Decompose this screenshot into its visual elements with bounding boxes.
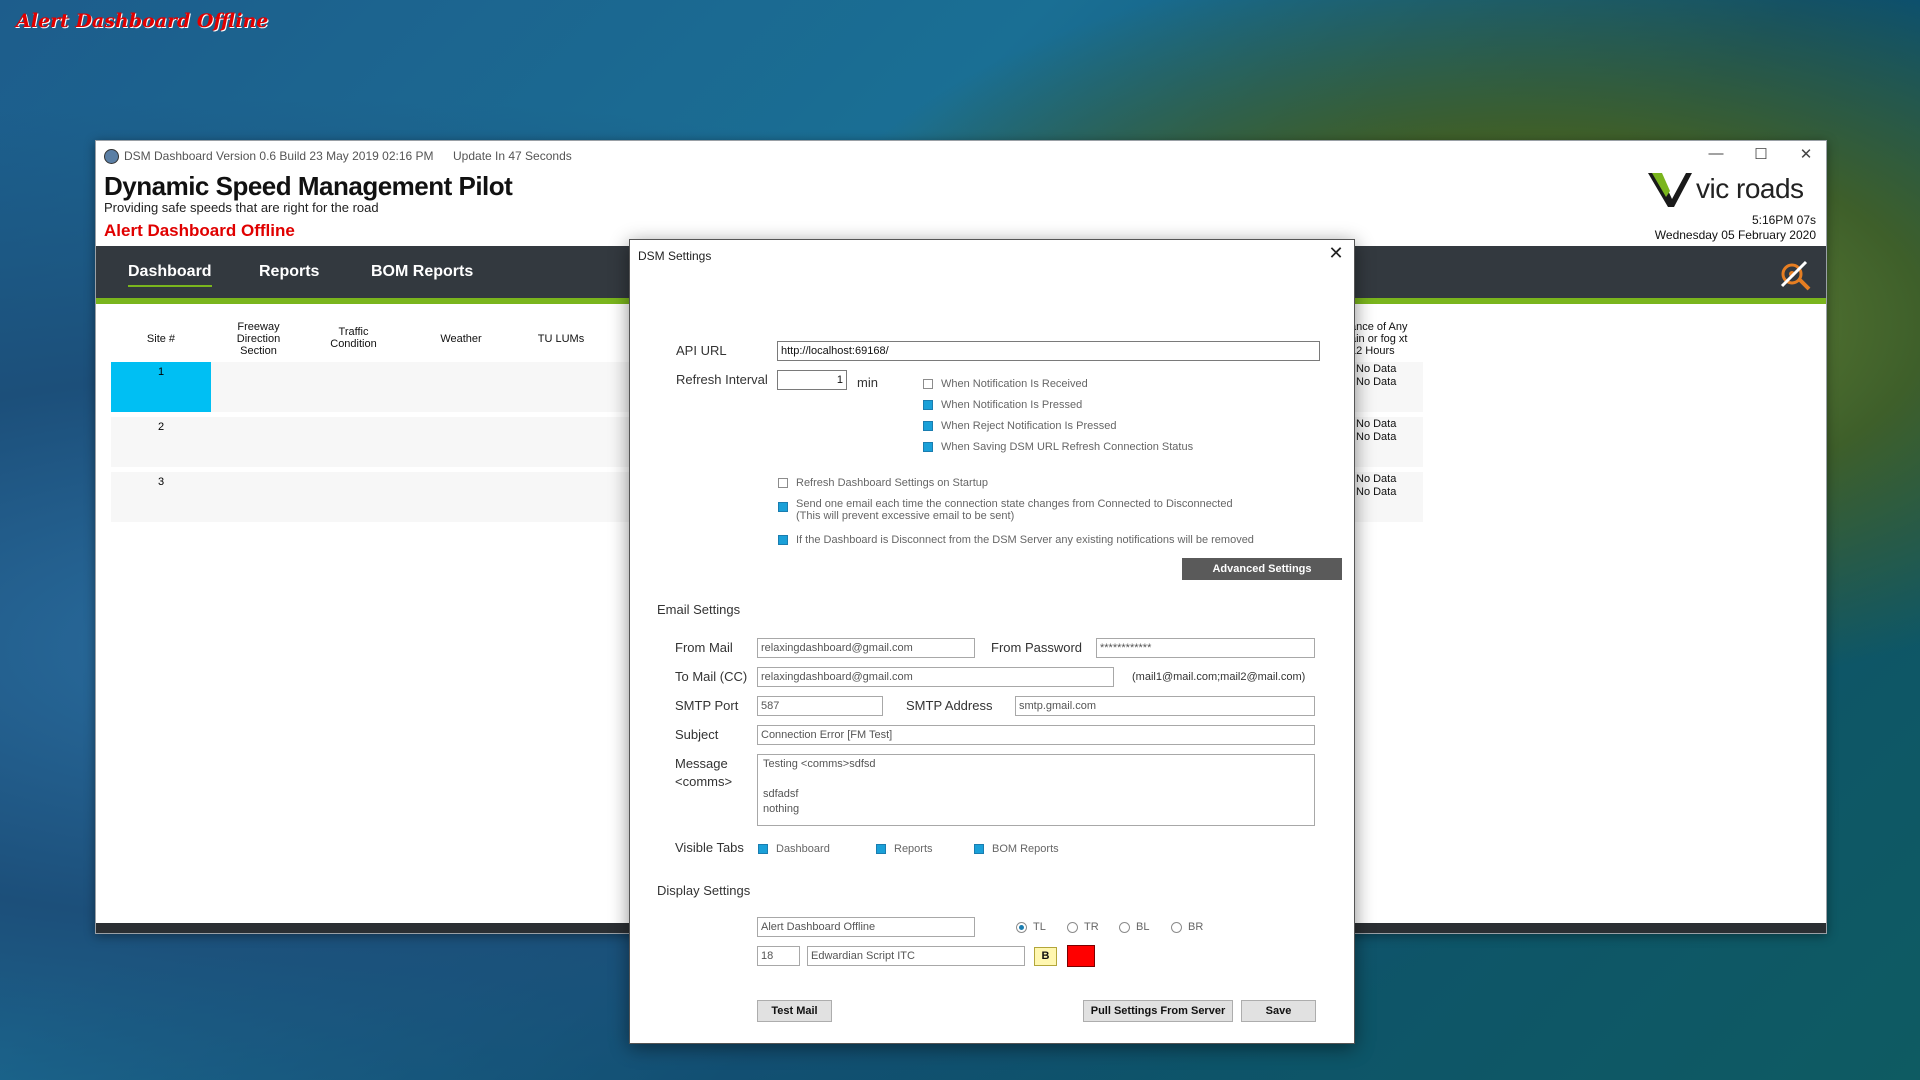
opt-notification-received[interactable]: When Notification Is Received — [923, 378, 1088, 390]
tab-reports[interactable]: Reports — [259, 263, 319, 281]
site-cell[interactable]: 3 — [111, 472, 211, 522]
checkbox-checked-icon — [778, 502, 788, 512]
checkbox-icon — [923, 379, 933, 389]
dsm-settings-dialog: DSM Settings ✕ API URL http://localhost:… — [629, 239, 1355, 1044]
dialog-close-icon[interactable]: ✕ — [1326, 243, 1346, 264]
opt-saving-url[interactable]: When Saving DSM URL Refresh Connection S… — [923, 441, 1193, 453]
smtp-port-label: SMTP Port — [675, 698, 739, 713]
tab-dashboard[interactable]: Dashboard — [128, 263, 212, 287]
app-icon — [104, 149, 119, 164]
visible-tab-reports[interactable]: Reports — [876, 843, 933, 855]
smtp-port-input[interactable]: 587 — [757, 696, 883, 716]
visible-tabs-label: Visible Tabs — [675, 840, 744, 855]
site-cell[interactable]: 1 — [111, 362, 211, 412]
radio-icon — [1171, 921, 1182, 933]
font-size-input[interactable]: 18 — [757, 946, 800, 966]
site-cell[interactable]: 2 — [111, 417, 211, 467]
opt-email-once[interactable]: Send one email each time the connection … — [778, 498, 1233, 522]
page-subtitle: Providing safe speeds that are right for… — [104, 200, 379, 215]
checkbox-checked-icon — [758, 844, 768, 854]
radio-selected-icon — [1016, 921, 1027, 933]
checkbox-icon — [778, 478, 788, 488]
checkbox-checked-icon — [923, 421, 933, 431]
title-bar: DSM Dashboard Version 0.6 Build 23 May 2… — [96, 141, 1826, 171]
message-label: Message — [675, 756, 728, 771]
from-password-input[interactable]: ************ — [1096, 638, 1315, 658]
clock-time: 5:16PM 07s — [1751, 213, 1816, 227]
to-mail-hint: (mail1@mail.com;mail2@mail.com) — [1132, 671, 1306, 683]
display-text-input[interactable]: Alert Dashboard Offline — [757, 917, 975, 937]
desktop-alert-overlay: Alert Dashboard Offline — [16, 10, 269, 32]
row3-status: No Data No Data — [1356, 473, 1397, 498]
visible-tab-bom[interactable]: BOM Reports — [974, 843, 1059, 855]
col-weather: Weather — [440, 333, 482, 345]
to-mail-label: To Mail (CC) — [675, 669, 748, 684]
checkbox-checked-icon — [876, 844, 886, 854]
checkbox-checked-icon — [778, 535, 788, 545]
api-url-input[interactable]: http://localhost:69168/ — [777, 341, 1320, 361]
display-settings-heading: Display Settings — [657, 883, 751, 898]
col-tu-lums: TU LUMs — [537, 333, 585, 345]
bold-toggle-button[interactable]: B — [1034, 947, 1057, 966]
minimize-icon[interactable]: — — [1696, 145, 1736, 162]
position-bl-radio[interactable]: BL — [1119, 921, 1149, 933]
version-text: DSM Dashboard Version 0.6 Build 23 May 2… — [124, 149, 434, 163]
visible-tab-dashboard[interactable]: Dashboard — [758, 843, 830, 855]
position-tr-radio[interactable]: TR — [1067, 921, 1099, 933]
checkbox-checked-icon — [974, 844, 984, 854]
smtp-address-label: SMTP Address — [906, 698, 993, 713]
update-countdown: Update In 47 Seconds — [453, 149, 572, 163]
to-mail-input[interactable]: relaxingdashboard@gmail.com — [757, 667, 1114, 687]
col-site: Site # — [146, 333, 176, 345]
tab-bom-reports[interactable]: BOM Reports — [371, 263, 473, 281]
pull-settings-button[interactable]: Pull Settings From Server — [1083, 1000, 1233, 1022]
maximize-icon[interactable]: ☐ — [1741, 145, 1781, 163]
checkbox-checked-icon — [923, 442, 933, 452]
radio-icon — [1067, 921, 1078, 933]
color-picker-swatch[interactable] — [1067, 945, 1095, 967]
page-title: Dynamic Speed Management Pilot — [104, 171, 513, 201]
row1-status: No Data No Data — [1356, 363, 1397, 388]
opt-notification-pressed[interactable]: When Notification Is Pressed — [923, 399, 1082, 411]
col-rain-fog: ance of Any ain or fog xt 12 Hours — [1350, 321, 1408, 357]
from-password-label: From Password — [991, 640, 1083, 655]
message-textarea[interactable]: Testing <comms>sdfsd sdfadsf nothing — [757, 754, 1315, 826]
test-mail-button[interactable]: Test Mail — [757, 1000, 832, 1022]
refresh-interval-label: Refresh Interval — [676, 372, 768, 387]
opt-disconnect-remove[interactable]: If the Dashboard is Disconnect from the … — [778, 534, 1254, 546]
opt-refresh-startup[interactable]: Refresh Dashboard Settings on Startup — [778, 477, 988, 489]
row2-status: No Data No Data — [1356, 418, 1397, 443]
subject-label: Subject — [675, 727, 719, 742]
radio-icon — [1119, 921, 1130, 933]
font-name-input[interactable]: Edwardian Script ITC — [807, 946, 1025, 966]
alert-offline-label: Alert Dashboard Offline — [104, 221, 295, 240]
col-traffic: Traffic Condition — [330, 326, 377, 350]
position-tl-radio[interactable]: TL — [1016, 921, 1046, 933]
refresh-unit-label: min — [857, 375, 878, 390]
from-mail-label: From Mail — [675, 640, 733, 655]
vicroads-mark-icon — [1648, 173, 1692, 207]
clock-date: Wednesday 05 February 2020 — [1654, 228, 1816, 242]
checkbox-checked-icon — [923, 400, 933, 410]
settings-tools-icon[interactable] — [1776, 256, 1812, 292]
opt-reject-pressed[interactable]: When Reject Notification Is Pressed — [923, 420, 1116, 432]
from-mail-input[interactable]: relaxingdashboard@gmail.com — [757, 638, 975, 658]
email-settings-heading: Email Settings — [657, 602, 741, 617]
logo-text: vic roads — [1696, 173, 1804, 204]
close-icon[interactable]: ✕ — [1786, 145, 1826, 163]
save-button[interactable]: Save — [1241, 1000, 1316, 1022]
col-freeway: Freeway Direction Section — [236, 321, 281, 357]
smtp-address-input[interactable]: smtp.gmail.com — [1015, 696, 1315, 716]
refresh-interval-input[interactable]: 1 — [777, 370, 847, 390]
api-url-label: API URL — [676, 343, 727, 358]
subject-input[interactable]: Connection Error [FM Test] — [757, 725, 1315, 745]
clock: 5:16PM 07s Wednesday 05 February 2020 — [1655, 213, 1816, 243]
vicroads-logo: vic roads — [1646, 169, 1816, 209]
dialog-title: DSM Settings — [638, 249, 712, 263]
position-br-radio[interactable]: BR — [1171, 921, 1203, 933]
message-comms-label: <comms> — [675, 774, 733, 789]
advanced-settings-button[interactable]: Advanced Settings — [1182, 558, 1342, 580]
